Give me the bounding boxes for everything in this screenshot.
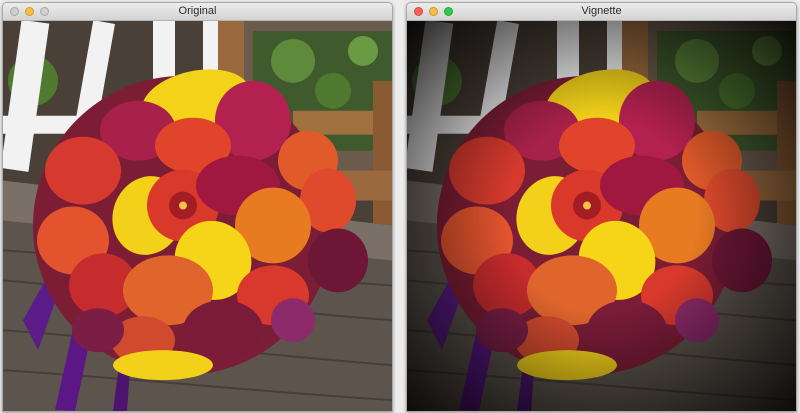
original-titlebar[interactable]: Original	[3, 3, 392, 21]
window-title: Original	[178, 5, 217, 17]
vignette-image	[407, 21, 796, 411]
original-image	[3, 21, 392, 411]
original-window: Original	[2, 2, 393, 412]
window-title: Vignette	[581, 5, 622, 17]
vignette-titlebar[interactable]: Vignette	[407, 3, 796, 21]
vignette-window: Vignette	[406, 2, 797, 412]
